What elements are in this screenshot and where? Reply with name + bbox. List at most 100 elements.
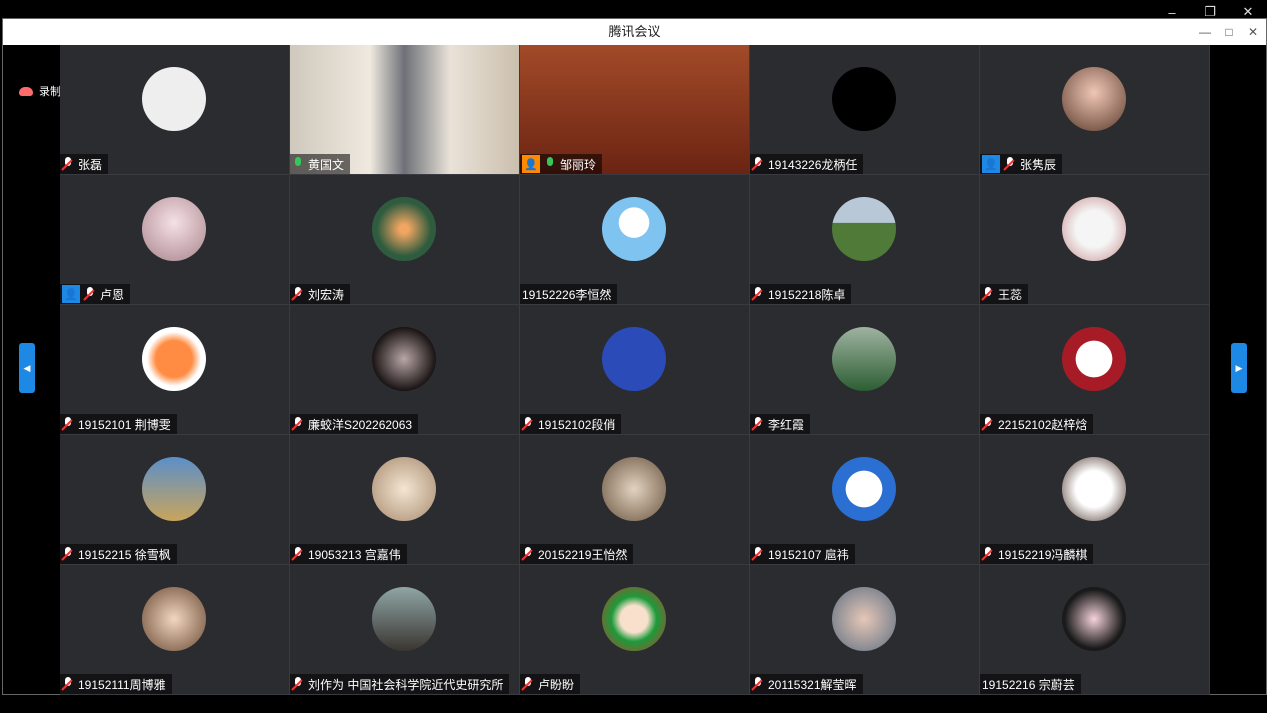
participant-name: 张隽辰 bbox=[1020, 157, 1057, 172]
participant-tile[interactable]: 刘宏涛 bbox=[290, 175, 520, 305]
next-page-button[interactable]: ▶ bbox=[1231, 343, 1247, 393]
cloud-icon bbox=[19, 86, 33, 96]
participant-name: 19152218陈卓 bbox=[768, 287, 846, 302]
mic-muted-icon bbox=[62, 417, 74, 431]
participant-name: 19152101 荆博雯 bbox=[78, 417, 171, 432]
participant-nameplate: 19152215 徐雪枫 bbox=[60, 544, 177, 564]
avatar bbox=[832, 67, 896, 131]
close-button[interactable]: ✕ bbox=[1242, 22, 1264, 42]
participant-tile[interactable]: 👤 卢恩 bbox=[60, 175, 290, 305]
participant-name: 邹丽玲 bbox=[560, 157, 597, 172]
avatar bbox=[142, 67, 206, 131]
avatar bbox=[602, 587, 666, 651]
participant-nameplate: 👤 邹丽玲 bbox=[520, 154, 603, 174]
participant-tile[interactable]: 刘作为 中国社会科学院近代史研究所 bbox=[290, 565, 520, 695]
participant-tile[interactable]: 19053213 宫嘉伟 bbox=[290, 435, 520, 565]
participant-nameplate: 19152111周博雅 bbox=[60, 674, 172, 694]
participant-grid: 张磊 黄国文 👤 邹丽玲 19143226龙柄任 👤 张隽辰 👤 卢恩 刘宏涛 19152226李恒… bbox=[60, 45, 1210, 695]
mic-muted-icon bbox=[752, 547, 764, 561]
avatar bbox=[142, 587, 206, 651]
maximize-button[interactable]: □ bbox=[1218, 22, 1240, 42]
participant-name: 卢恩 bbox=[100, 287, 125, 302]
participant-nameplate: 19152226李恒然 bbox=[520, 284, 618, 304]
participant-nameplate: 廉蛟洋S202262063 bbox=[290, 414, 419, 434]
participant-tile[interactable]: 19152107 扈祎 bbox=[750, 435, 980, 565]
mic-muted-icon bbox=[752, 157, 764, 171]
participant-nameplate: 刘作为 中国社会科学院近代史研究所 bbox=[290, 674, 510, 694]
participant-name: 19053213 宫嘉伟 bbox=[308, 547, 401, 562]
avatar bbox=[602, 327, 666, 391]
mic-muted-icon bbox=[522, 547, 534, 561]
avatar bbox=[832, 587, 896, 651]
participant-tile[interactable]: 19152102段俏 bbox=[520, 305, 750, 435]
participant-nameplate: 22152102赵梓焓 bbox=[980, 414, 1094, 434]
mic-muted-icon bbox=[982, 547, 994, 561]
avatar bbox=[832, 457, 896, 521]
participant-tile[interactable]: 19152218陈卓 bbox=[750, 175, 980, 305]
meeting-window: 腾讯会议 — □ ✕ 录制中 ◀ ▶ 张磊 黄国文 👤 邹丽玲 19143226龙柄任 👤… bbox=[2, 18, 1267, 695]
participant-tile[interactable]: 卢盼盼 bbox=[520, 565, 750, 695]
participant-nameplate: 19152102段俏 bbox=[520, 414, 622, 434]
avatar bbox=[602, 457, 666, 521]
participant-tile[interactable]: 王蕊 bbox=[980, 175, 1210, 305]
participant-tile[interactable]: 👤 邹丽玲 bbox=[520, 45, 750, 175]
participant-nameplate: 19152219冯麟棋 bbox=[980, 544, 1094, 564]
participant-name: 19152219冯麟棋 bbox=[998, 547, 1088, 562]
participant-name: 张磊 bbox=[78, 157, 103, 172]
participant-name: 22152102赵梓焓 bbox=[998, 417, 1088, 432]
avatar bbox=[1062, 197, 1126, 261]
user-icon: 👤 bbox=[982, 155, 1000, 173]
participant-tile[interactable]: 20152219王怡然 bbox=[520, 435, 750, 565]
participant-tile[interactable]: 22152102赵梓焓 bbox=[980, 305, 1210, 435]
mic-muted-icon bbox=[292, 417, 304, 431]
participant-tile[interactable]: 19152216 宗蔚芸 bbox=[980, 565, 1210, 695]
participant-nameplate: 卢盼盼 bbox=[520, 674, 581, 694]
participant-name: 黄国文 bbox=[308, 157, 345, 172]
participant-tile[interactable]: 20115321解莹晖 bbox=[750, 565, 980, 695]
participant-tile[interactable]: 19152226李恒然 bbox=[520, 175, 750, 305]
user-icon: 👤 bbox=[62, 285, 80, 303]
participant-tile[interactable]: 19152101 荆博雯 bbox=[60, 305, 290, 435]
mic-muted-icon bbox=[752, 417, 764, 431]
avatar bbox=[142, 327, 206, 391]
minimize-button[interactable]: — bbox=[1194, 22, 1216, 42]
participant-name: 廉蛟洋S202262063 bbox=[308, 417, 413, 432]
participant-tile[interactable]: 黄国文 bbox=[290, 45, 520, 175]
participant-name: 19152226李恒然 bbox=[522, 287, 612, 302]
mic-muted-icon bbox=[292, 677, 304, 691]
participant-tile[interactable]: 19152215 徐雪枫 bbox=[60, 435, 290, 565]
participant-tile[interactable]: 19152219冯麟棋 bbox=[980, 435, 1210, 565]
participant-name: 20152219王怡然 bbox=[538, 547, 628, 562]
avatar bbox=[1062, 67, 1126, 131]
mic-muted-icon bbox=[62, 157, 74, 171]
mic-muted-icon bbox=[1004, 157, 1016, 171]
participant-tile[interactable]: 张磊 bbox=[60, 45, 290, 175]
avatar bbox=[372, 457, 436, 521]
mic-muted-icon bbox=[982, 417, 994, 431]
mic-muted-icon bbox=[522, 677, 534, 691]
participant-nameplate: 19053213 宫嘉伟 bbox=[290, 544, 407, 564]
participant-name: 19152102段俏 bbox=[538, 417, 616, 432]
participant-nameplate: 张磊 bbox=[60, 154, 109, 174]
participant-nameplate: 刘宏涛 bbox=[290, 284, 351, 304]
participant-tile[interactable]: 廉蛟洋S202262063 bbox=[290, 305, 520, 435]
avatar bbox=[1062, 587, 1126, 651]
participant-tile[interactable]: 19152111周博雅 bbox=[60, 565, 290, 695]
mic-muted-icon bbox=[62, 547, 74, 561]
mic-icon bbox=[544, 157, 556, 171]
participant-tile[interactable]: 👤 张隽辰 bbox=[980, 45, 1210, 175]
mic-muted-icon bbox=[292, 287, 304, 301]
titlebar: 腾讯会议 — □ ✕ bbox=[3, 19, 1266, 45]
mic-muted-icon bbox=[752, 677, 764, 691]
avatar bbox=[1062, 327, 1126, 391]
mic-muted-icon bbox=[62, 677, 74, 691]
participant-name: 王蕊 bbox=[998, 287, 1023, 302]
participant-name: 20115321解莹晖 bbox=[768, 677, 857, 692]
mic-muted-icon bbox=[522, 417, 534, 431]
participant-tile[interactable]: 19143226龙柄任 bbox=[750, 45, 980, 175]
participant-name: 卢盼盼 bbox=[538, 677, 575, 692]
participant-name: 刘作为 中国社会科学院近代史研究所 bbox=[308, 677, 504, 692]
prev-page-button[interactable]: ◀ bbox=[19, 343, 35, 393]
mic-muted-icon bbox=[292, 547, 304, 561]
participant-tile[interactable]: 李红霞 bbox=[750, 305, 980, 435]
